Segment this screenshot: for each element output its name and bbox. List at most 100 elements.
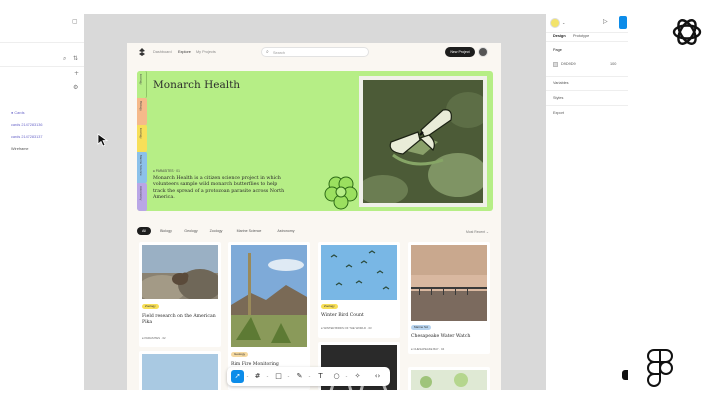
chevron-down-icon[interactable]: ⌄ bbox=[345, 374, 348, 378]
tab-design[interactable]: Design bbox=[553, 34, 566, 38]
page-opacity-value[interactable]: 100 bbox=[610, 62, 616, 66]
filter-chip-geology[interactable]: Geology bbox=[180, 227, 202, 235]
tab-prototype[interactable]: Prototype bbox=[573, 34, 589, 38]
pages-icon[interactable]: ⇅ bbox=[73, 55, 78, 62]
sort-dropdown[interactable]: Most Recent ⌄ bbox=[466, 230, 489, 234]
hero-tab[interactable]: Astronomy bbox=[137, 183, 147, 211]
page-color-value[interactable]: D9D9D9 bbox=[561, 62, 576, 66]
comment-tool-icon[interactable]: ○ bbox=[330, 370, 343, 383]
dev-mode-icon[interactable]: ‹› bbox=[371, 370, 384, 383]
project-card[interactable]: Zoology Winter Bird Count ● WINTER BIRDS… bbox=[318, 242, 400, 338]
filter-chip-astronomy[interactable]: Astronomy bbox=[272, 227, 300, 235]
logo-icon bbox=[139, 48, 145, 56]
category-badge: Zoology bbox=[142, 304, 159, 309]
layer-item[interactable]: cards 2147283137 bbox=[11, 135, 42, 139]
pika-photo bbox=[142, 245, 218, 299]
sidebar-toggle-icon[interactable]: ▢ bbox=[72, 18, 78, 25]
design-frame[interactable]: Dashboard Explore My Projects ⌕ Search N… bbox=[127, 43, 501, 390]
nav-link-dashboard[interactable]: Dashboard bbox=[153, 50, 172, 54]
search-icon[interactable]: ⌕ bbox=[63, 55, 66, 63]
hero-description: Monarch Health is a citizen science proj… bbox=[153, 176, 285, 201]
page-section-label: Page bbox=[553, 48, 562, 52]
present-play-icon[interactable]: ▷ bbox=[603, 18, 608, 25]
pen-tool-icon[interactable]: ✎ bbox=[293, 370, 306, 383]
project-card[interactable] bbox=[139, 351, 221, 390]
move-tool-icon[interactable]: ➚ bbox=[231, 370, 244, 383]
multiplayer-avatar[interactable] bbox=[550, 18, 560, 28]
card-title: Field research on the American Pika bbox=[142, 314, 216, 325]
pier-sunset-photo bbox=[411, 245, 487, 321]
project-card[interactable]: Zoology Field research on the American P… bbox=[139, 242, 221, 347]
mouse-cursor-icon bbox=[97, 133, 109, 147]
hero-title: Monarch Health bbox=[153, 79, 241, 91]
panel-divider bbox=[546, 76, 628, 77]
project-card[interactable] bbox=[408, 367, 490, 390]
hero-tab[interactable]: Biology bbox=[137, 98, 147, 125]
filter-chip-biology[interactable]: Biology bbox=[155, 227, 177, 235]
card-meta: ● WINTER BIRDS OF THE WORLD · 03 bbox=[321, 326, 372, 330]
panel-divider bbox=[0, 66, 84, 67]
panel-divider bbox=[546, 32, 628, 33]
adjust-icon[interactable]: ⚙ bbox=[73, 84, 78, 91]
category-badge: Marine Sci bbox=[411, 325, 432, 330]
hero-tab[interactable]: Ecology bbox=[137, 125, 147, 152]
chevron-down-icon[interactable]: ⌄ bbox=[287, 374, 290, 378]
butterfly-stamp-image bbox=[359, 76, 487, 207]
flower-icon bbox=[324, 176, 358, 210]
actions-tool-icon[interactable]: ✧ bbox=[351, 370, 364, 383]
panel-divider bbox=[0, 42, 84, 43]
leaves-photo bbox=[411, 370, 487, 390]
card-title: Chesapeake Water Watch bbox=[411, 334, 471, 339]
layers-panel: ▢ ⌕ ⇅ + ⚙ ● Cards cards 2147283136 cards… bbox=[0, 14, 84, 390]
bottom-toolbar: ➚ ⌄ # ⌄ □ ⌄ ✎ ⌄ T ○ ⌄ ✧ ‹› bbox=[227, 367, 390, 386]
add-page-icon[interactable]: + bbox=[74, 70, 79, 77]
figma-logo-icon bbox=[647, 349, 673, 387]
filter-chip-all[interactable]: All bbox=[137, 227, 151, 235]
new-project-button[interactable]: New Project bbox=[445, 47, 475, 57]
text-tool-icon[interactable]: T bbox=[314, 370, 327, 383]
layer-item[interactable]: ● Cards bbox=[11, 111, 24, 115]
card-title: Winter Bird Count bbox=[321, 313, 364, 318]
layer-item[interactable]: cards 2147283136 bbox=[11, 123, 42, 127]
styles-section[interactable]: Styles bbox=[553, 96, 563, 100]
nav-link-my-projects[interactable]: My Projects bbox=[196, 50, 216, 54]
figma-logo-dot bbox=[622, 370, 628, 380]
chevron-down-icon[interactable]: ⌄ bbox=[246, 374, 249, 378]
chevron-down-icon[interactable]: ⌄ bbox=[266, 374, 269, 378]
hero-tag: ● PARASITES · 01 bbox=[153, 169, 180, 173]
chevron-down-icon[interactable]: ⌄ bbox=[308, 374, 311, 378]
butterfly-photo bbox=[363, 80, 483, 203]
sky-photo bbox=[142, 354, 218, 390]
avatar[interactable] bbox=[478, 47, 488, 57]
category-badge: Zoology bbox=[321, 304, 338, 309]
project-card[interactable]: Marine Sci Chesapeake Water Watch ● CHES… bbox=[408, 242, 490, 354]
share-button[interactable] bbox=[619, 16, 627, 29]
birds-photo bbox=[321, 245, 397, 300]
top-nav: Dashboard Explore My Projects ⌕ Search N… bbox=[127, 43, 501, 61]
page-color-swatch[interactable] bbox=[553, 62, 558, 67]
search-icon: ⌕ bbox=[266, 49, 269, 55]
panel-divider bbox=[546, 41, 628, 42]
card-meta: ● CHESAPEAKE BAY · 04 bbox=[411, 347, 445, 351]
shape-tool-icon[interactable]: □ bbox=[272, 370, 285, 383]
hero-card[interactable]: Ecology Biology Ecology Marine Science A… bbox=[137, 71, 493, 211]
frame-tool-icon[interactable]: # bbox=[251, 370, 264, 383]
category-badge: Geology bbox=[231, 352, 249, 357]
filter-chip-marine-science[interactable]: Marine Science bbox=[231, 227, 267, 235]
hero-tab[interactable]: Marine Science bbox=[137, 152, 147, 183]
hero-tab[interactable]: Ecology bbox=[137, 71, 147, 98]
search-bar[interactable]: ⌕ Search bbox=[261, 47, 369, 57]
filter-chip-zoology[interactable]: Zoology bbox=[205, 227, 227, 235]
variables-section[interactable]: Variables bbox=[553, 81, 569, 85]
nav-link-explore[interactable]: Explore bbox=[178, 50, 191, 54]
openai-logo-icon bbox=[672, 19, 702, 45]
panel-divider bbox=[546, 90, 628, 91]
panel-divider bbox=[546, 105, 628, 106]
export-section[interactable]: Export bbox=[553, 111, 564, 115]
search-placeholder: Search bbox=[273, 50, 286, 55]
desert-plant-photo bbox=[231, 245, 307, 347]
layer-item[interactable]: Wireframe bbox=[11, 147, 29, 151]
properties-panel: ⌄ ▷ Design Prototype Page D9D9D9 100 Var… bbox=[546, 14, 628, 390]
chevron-down-icon[interactable]: ⌄ bbox=[562, 20, 565, 25]
card-meta: ● PARASITES · 02 bbox=[142, 336, 166, 340]
